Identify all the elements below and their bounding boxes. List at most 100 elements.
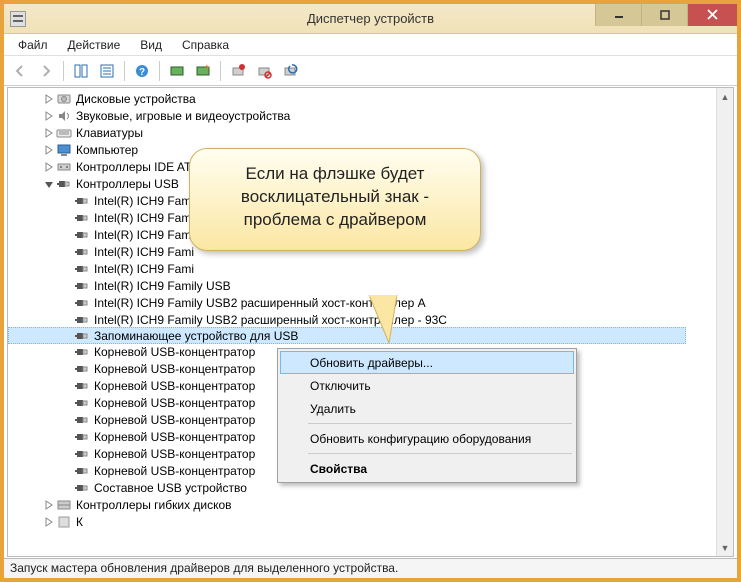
tb-forward-icon[interactable]	[34, 59, 58, 83]
context-menu-item-label: Отключить	[310, 379, 371, 393]
tree-item-label: Запоминающее устройство для USB	[94, 329, 298, 343]
expand-icon[interactable]	[42, 111, 56, 121]
menu-view[interactable]: Вид	[130, 36, 172, 54]
tree-item-label: Звуковые, игровые и видеоустройства	[76, 109, 290, 123]
toolbar: ?	[4, 56, 737, 86]
usb-icon	[74, 193, 90, 209]
expand-icon[interactable]	[42, 517, 56, 527]
status-text: Запуск мастера обновления драйверов для …	[10, 561, 398, 575]
toolbar-separator	[63, 61, 64, 81]
menu-help[interactable]: Справка	[172, 36, 239, 54]
tree-item[interactable]: Контроллеры гибких дисков	[8, 496, 716, 513]
tb-refresh-icon[interactable]	[278, 59, 302, 83]
tree-item-label: Контроллеры гибких дисков	[76, 498, 232, 512]
expand-icon[interactable]	[42, 94, 56, 104]
tree-item-label: Корневой USB-концентратор	[94, 396, 255, 410]
tree-item-label: Дисковые устройства	[76, 92, 196, 106]
collapse-icon[interactable]	[42, 179, 56, 189]
tb-uninstall-icon[interactable]	[226, 59, 250, 83]
tree-item-label: Контроллеры USB	[76, 177, 179, 191]
sound-icon	[56, 108, 72, 124]
context-menu-item-label: Удалить	[310, 402, 356, 416]
tree-item-label: Intel(R) ICH9 Fami	[94, 245, 194, 259]
usb-icon	[74, 361, 90, 377]
usb-icon	[74, 412, 90, 428]
svg-text:?: ?	[139, 67, 145, 78]
tree-item-label: Клавиатуры	[76, 126, 143, 140]
tree-item[interactable]: Звуковые, игровые и видеоустройства	[8, 107, 716, 124]
tree-item-label: Корневой USB-концентратор	[94, 413, 255, 427]
tb-scan-icon[interactable]	[165, 59, 189, 83]
usb-icon	[74, 312, 90, 328]
tree-item-label: Intel(R) ICH9 Fami	[94, 194, 194, 208]
tree-item-label: Контроллеры IDE ATA	[76, 160, 198, 174]
usb-icon	[74, 378, 90, 394]
context-menu-item[interactable]: Свойства	[280, 457, 574, 480]
keyboard-icon	[56, 125, 72, 141]
usb-icon	[74, 244, 90, 260]
tree-item-label: Intel(R) ICH9 Fami	[94, 262, 194, 276]
expand-icon[interactable]	[42, 128, 56, 138]
tree-item-label: Корневой USB-концентратор	[94, 362, 255, 376]
usb-icon	[56, 176, 72, 192]
usb-icon	[74, 328, 90, 344]
tree-item-label: Корневой USB-концентратор	[94, 430, 255, 444]
tree-item-label: К	[76, 515, 83, 529]
context-menu-item[interactable]: Обновить конфигурацию оборудования	[280, 427, 574, 450]
expand-icon[interactable]	[42, 162, 56, 172]
scroll-up-icon[interactable]: ▲	[717, 88, 733, 105]
context-menu-item-label: Свойства	[310, 462, 367, 476]
usb-icon	[74, 210, 90, 226]
tree-item[interactable]: Intel(R) ICH9 Family USB	[8, 277, 716, 294]
tb-disable-icon[interactable]	[252, 59, 276, 83]
expand-icon[interactable]	[42, 145, 56, 155]
context-menu-separator	[308, 453, 572, 454]
tb-back-icon[interactable]	[8, 59, 32, 83]
status-bar: Запуск мастера обновления драйверов для …	[4, 558, 737, 578]
usb-icon	[74, 295, 90, 311]
other-icon	[56, 514, 72, 530]
vertical-scrollbar[interactable]: ▲ ▼	[716, 88, 733, 556]
tb-show-hide-icon[interactable]	[69, 59, 93, 83]
tree-item[interactable]: Intel(R) ICH9 Fami	[8, 260, 716, 277]
context-menu-item-label: Обновить драйверы...	[310, 356, 433, 370]
usb-icon	[74, 344, 90, 360]
tree-item-label: Компьютер	[76, 143, 138, 157]
menu-action[interactable]: Действие	[58, 36, 131, 54]
tb-update-icon[interactable]	[191, 59, 215, 83]
usb-icon	[74, 446, 90, 462]
expand-icon[interactable]	[42, 500, 56, 510]
usb-icon	[74, 395, 90, 411]
toolbar-separator	[220, 61, 221, 81]
usb-icon	[74, 480, 90, 496]
tree-item-label: Intel(R) ICH9 Fami	[94, 211, 194, 225]
context-menu-item-label: Обновить конфигурацию оборудования	[310, 432, 531, 446]
titlebar[interactable]: Диспетчер устройств	[4, 4, 737, 34]
tree-item-label: Корневой USB-концентратор	[94, 447, 255, 461]
tree-item-label: Корневой USB-концентратор	[94, 345, 255, 359]
context-menu-item[interactable]: Обновить драйверы...	[280, 351, 574, 374]
tree-item-label: Intel(R) ICH9 Fami	[94, 228, 194, 242]
tree-item[interactable]: Запоминающее устройство для USB	[8, 327, 686, 344]
tree-item[interactable]: К	[8, 513, 716, 530]
tree-item[interactable]: Дисковые устройства	[8, 90, 716, 107]
context-menu-item[interactable]: Отключить	[280, 374, 574, 397]
usb-icon	[74, 463, 90, 479]
usb-icon	[74, 429, 90, 445]
computer-icon	[56, 142, 72, 158]
toolbar-separator	[124, 61, 125, 81]
context-menu[interactable]: Обновить драйверы... Отключить Удалить Обно…	[277, 348, 577, 483]
tree-item-label: Intel(R) ICH9 Family USB	[94, 279, 231, 293]
scroll-down-icon[interactable]: ▼	[717, 539, 733, 556]
menu-file[interactable]: Файл	[8, 36, 58, 54]
usb-icon	[74, 278, 90, 294]
context-menu-item[interactable]: Удалить	[280, 397, 574, 420]
usb-icon	[74, 227, 90, 243]
device-manager-window: Диспетчер устройств Файл Действие Вид Сп…	[4, 4, 737, 578]
tree-item[interactable]: Клавиатуры	[8, 124, 716, 141]
toolbar-separator	[159, 61, 160, 81]
tree-item-label: Корневой USB-концентратор	[94, 464, 255, 478]
tb-properties-icon[interactable]	[95, 59, 119, 83]
window-title: Диспетчер устройств	[4, 11, 737, 26]
tb-help-icon[interactable]: ?	[130, 59, 154, 83]
